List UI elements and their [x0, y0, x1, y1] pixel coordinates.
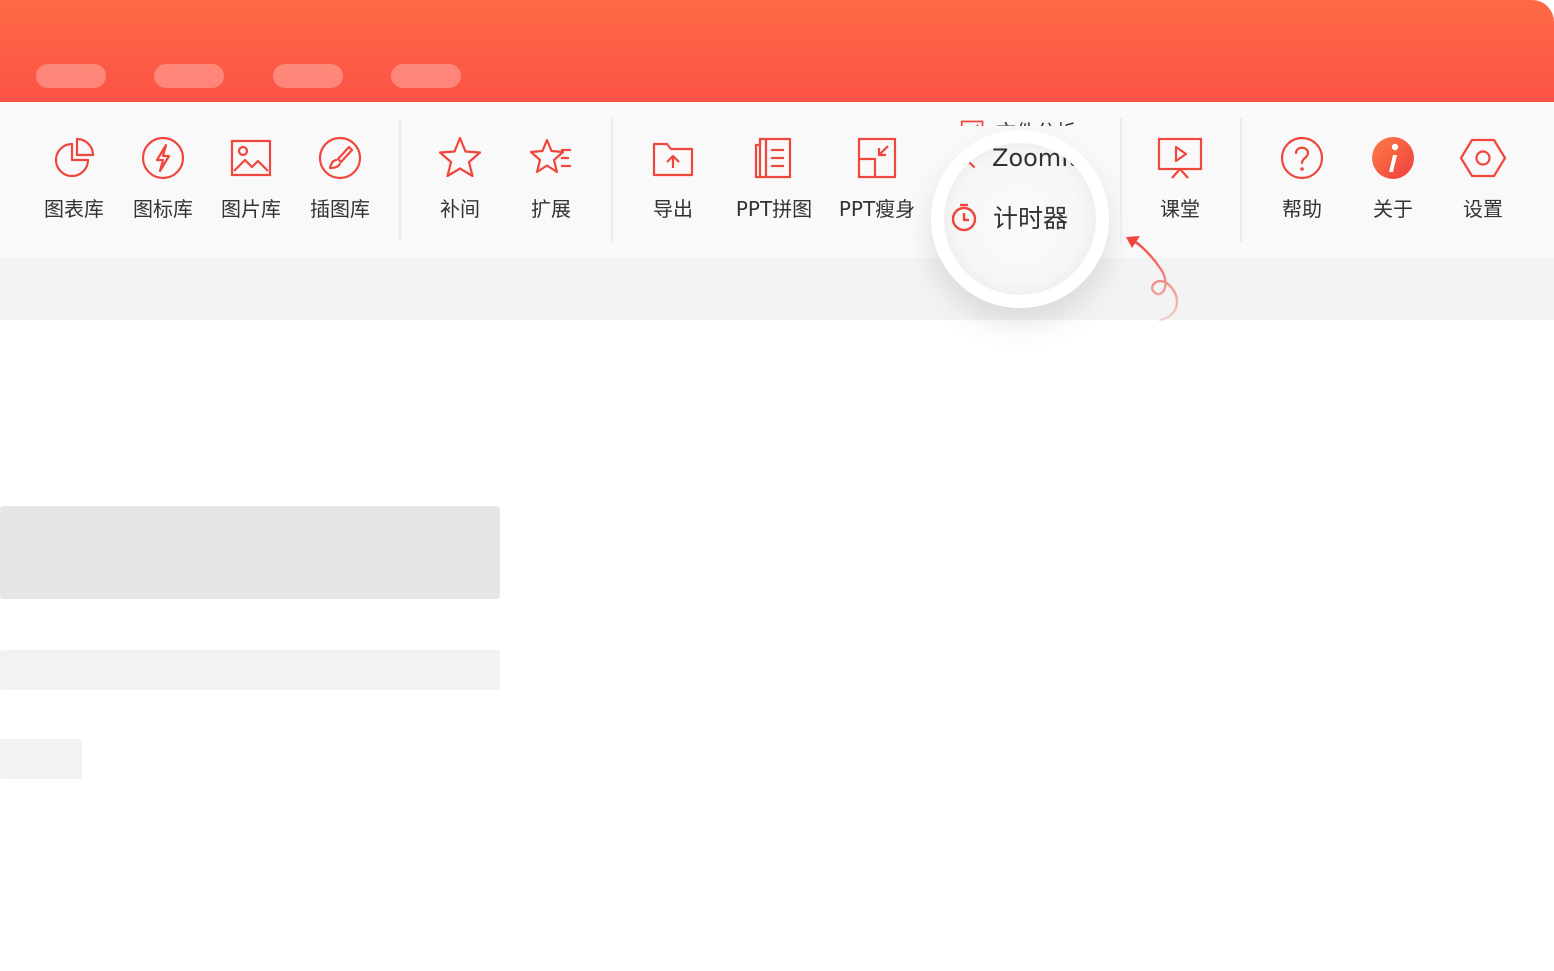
tool-classroom[interactable]: 课堂	[1130, 134, 1230, 234]
lightning-icon	[141, 136, 185, 180]
tool-extend[interactable]: 扩展	[501, 134, 601, 234]
group-divider	[399, 118, 401, 242]
tool-export[interactable]: 导出	[623, 134, 723, 234]
group-divider	[1120, 118, 1122, 242]
group-divider	[1240, 118, 1242, 242]
pie-chart-icon	[54, 137, 95, 178]
folder-upload-icon	[652, 142, 694, 177]
tool-label: 帮助	[1282, 197, 1322, 221]
tool-label: 关于	[1373, 197, 1413, 221]
tool-ppt-collage[interactable]: PPT拼图	[724, 134, 824, 234]
question-icon	[1280, 136, 1324, 180]
title-tab-placeholder[interactable]	[36, 64, 106, 88]
tool-chart-library[interactable]: 图表库	[24, 134, 124, 234]
tool-image-library[interactable]: 图片库	[201, 134, 301, 234]
tool-tween[interactable]: 补间	[410, 134, 510, 234]
tool-ppt-slim[interactable]: PPT瘦身	[827, 134, 927, 234]
title-bar	[0, 0, 1554, 102]
tool-about[interactable]: 关于	[1343, 134, 1443, 234]
document-list-icon	[754, 137, 792, 179]
tool-label: 图片库	[221, 197, 281, 221]
title-tab-placeholder[interactable]	[273, 64, 343, 88]
tool-label: PPT拼图	[735, 197, 813, 221]
presentation-icon	[1157, 137, 1203, 179]
magnifier-ring	[931, 130, 1109, 308]
tool-label: 课堂	[1160, 197, 1200, 221]
tool-illustration-library[interactable]: 插图库	[290, 134, 390, 234]
content-placeholder-line	[0, 650, 500, 690]
tool-label: 扩展	[531, 197, 571, 221]
tool-help[interactable]: 帮助	[1252, 134, 1352, 234]
tool-label: 补间	[440, 197, 480, 221]
tool-label: 插图库	[310, 197, 370, 221]
tool-label: 导出	[653, 197, 693, 221]
brush-icon	[318, 136, 362, 180]
title-tab-placeholder[interactable]	[391, 64, 461, 88]
sub-toolbar	[0, 258, 1554, 320]
compress-icon	[857, 137, 897, 179]
tool-label: 图表库	[44, 197, 104, 221]
title-tab-placeholder[interactable]	[154, 64, 224, 88]
tool-settings[interactable]: 设置	[1433, 134, 1533, 234]
group-divider	[611, 118, 613, 242]
annotation-arrow-icon	[1126, 236, 1179, 322]
document-icon	[0, 134, 2, 182]
content-placeholder-block	[0, 506, 500, 599]
image-icon	[230, 139, 272, 177]
settings-hexagon-icon	[1459, 138, 1507, 178]
info-icon	[1372, 137, 1414, 179]
tool-partial-library[interactable]: 库	[0, 134, 20, 234]
tool-icon-library[interactable]: 图标库	[113, 134, 213, 234]
tool-label: 图标库	[133, 197, 193, 221]
star-icon	[438, 136, 482, 178]
content-placeholder-short	[0, 739, 82, 779]
star-lines-icon	[529, 138, 571, 174]
tool-label: 设置	[1463, 197, 1503, 221]
tool-label: PPT瘦身	[838, 197, 916, 221]
